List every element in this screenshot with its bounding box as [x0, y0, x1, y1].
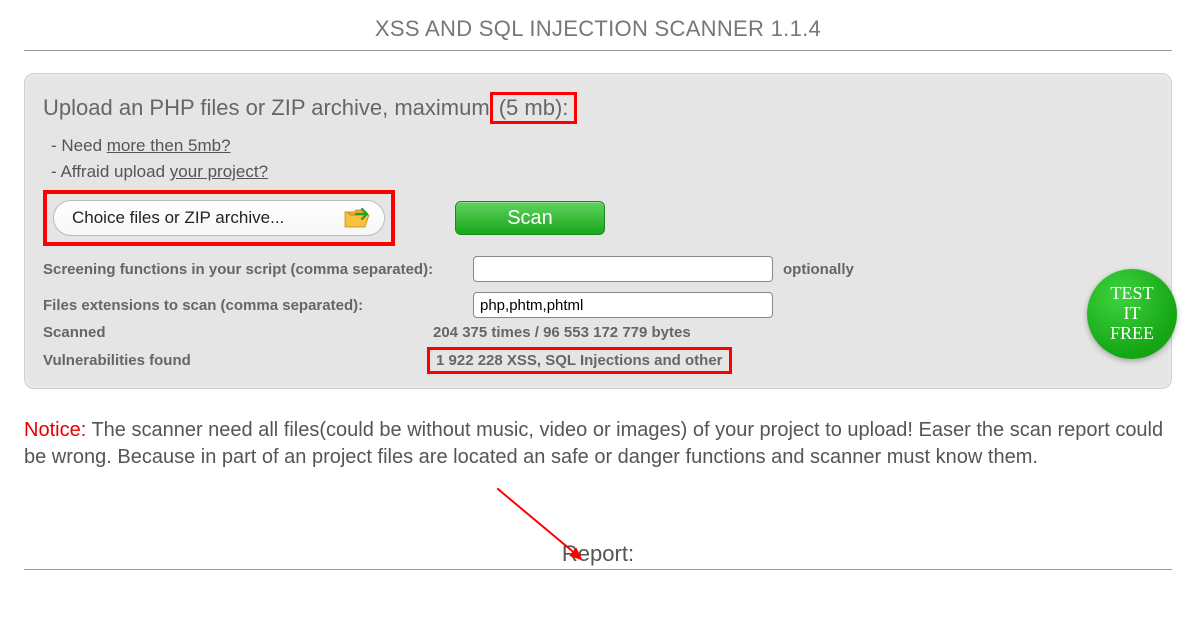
vulnerabilities-label: Vulnerabilities found [43, 352, 433, 369]
scanned-value: 204 375 times / 96 553 172 779 bytes [433, 324, 691, 341]
note2-prefix: - Affraid upload [51, 162, 170, 181]
screening-input[interactable] [473, 256, 773, 282]
heading-size-highlight: (5 mb): [490, 92, 578, 124]
badge-line3: FREE [1110, 323, 1154, 343]
divider-report [24, 569, 1172, 570]
vulnerabilities-value-highlight: 1 922 228 XSS, SQL Injections and other [427, 347, 732, 374]
panel-heading: Upload an PHP files or ZIP archive, maxi… [43, 92, 1153, 124]
report-heading: Report: [24, 541, 1172, 567]
folder-open-icon [344, 207, 370, 229]
note-need-more: - Need more then 5mb? [51, 136, 1153, 156]
badge-line1: TEST [1110, 283, 1153, 303]
screening-label: Screening functions in your script (comm… [43, 261, 473, 278]
extensions-input[interactable] [473, 292, 773, 318]
divider-top [24, 50, 1172, 51]
test-it-free-badge[interactable]: TEST IT FREE [1087, 269, 1177, 359]
upload-highlight-box: Choice files or ZIP archive... [43, 190, 395, 246]
heading-prefix: Upload an PHP files or ZIP archive, maxi… [43, 95, 490, 120]
scan-button[interactable]: Scan [455, 201, 605, 235]
notice-paragraph: Notice: The scanner need all files(could… [24, 417, 1172, 471]
notice-text: The scanner need all files(could be with… [24, 419, 1163, 468]
badge-line2: IT [1123, 303, 1140, 323]
page-title: XSS AND SQL INJECTION SCANNER 1.1.4 [24, 16, 1172, 42]
link-your-project[interactable]: your project? [170, 162, 268, 181]
scanner-panel: Upload an PHP files or ZIP archive, maxi… [24, 73, 1172, 389]
link-more-5mb[interactable]: more then 5mb? [107, 136, 231, 155]
note-afraid: - Affraid upload your project? [51, 162, 1153, 182]
file-chooser-label: Choice files or ZIP archive... [72, 208, 284, 228]
extensions-label: Files extensions to scan (comma separate… [43, 297, 473, 314]
screening-after: optionally [783, 261, 854, 278]
note1-prefix: - Need [51, 136, 107, 155]
notice-label: Notice: [24, 419, 86, 441]
file-chooser-button[interactable]: Choice files or ZIP archive... [53, 200, 385, 236]
scanned-label: Scanned [43, 324, 433, 341]
